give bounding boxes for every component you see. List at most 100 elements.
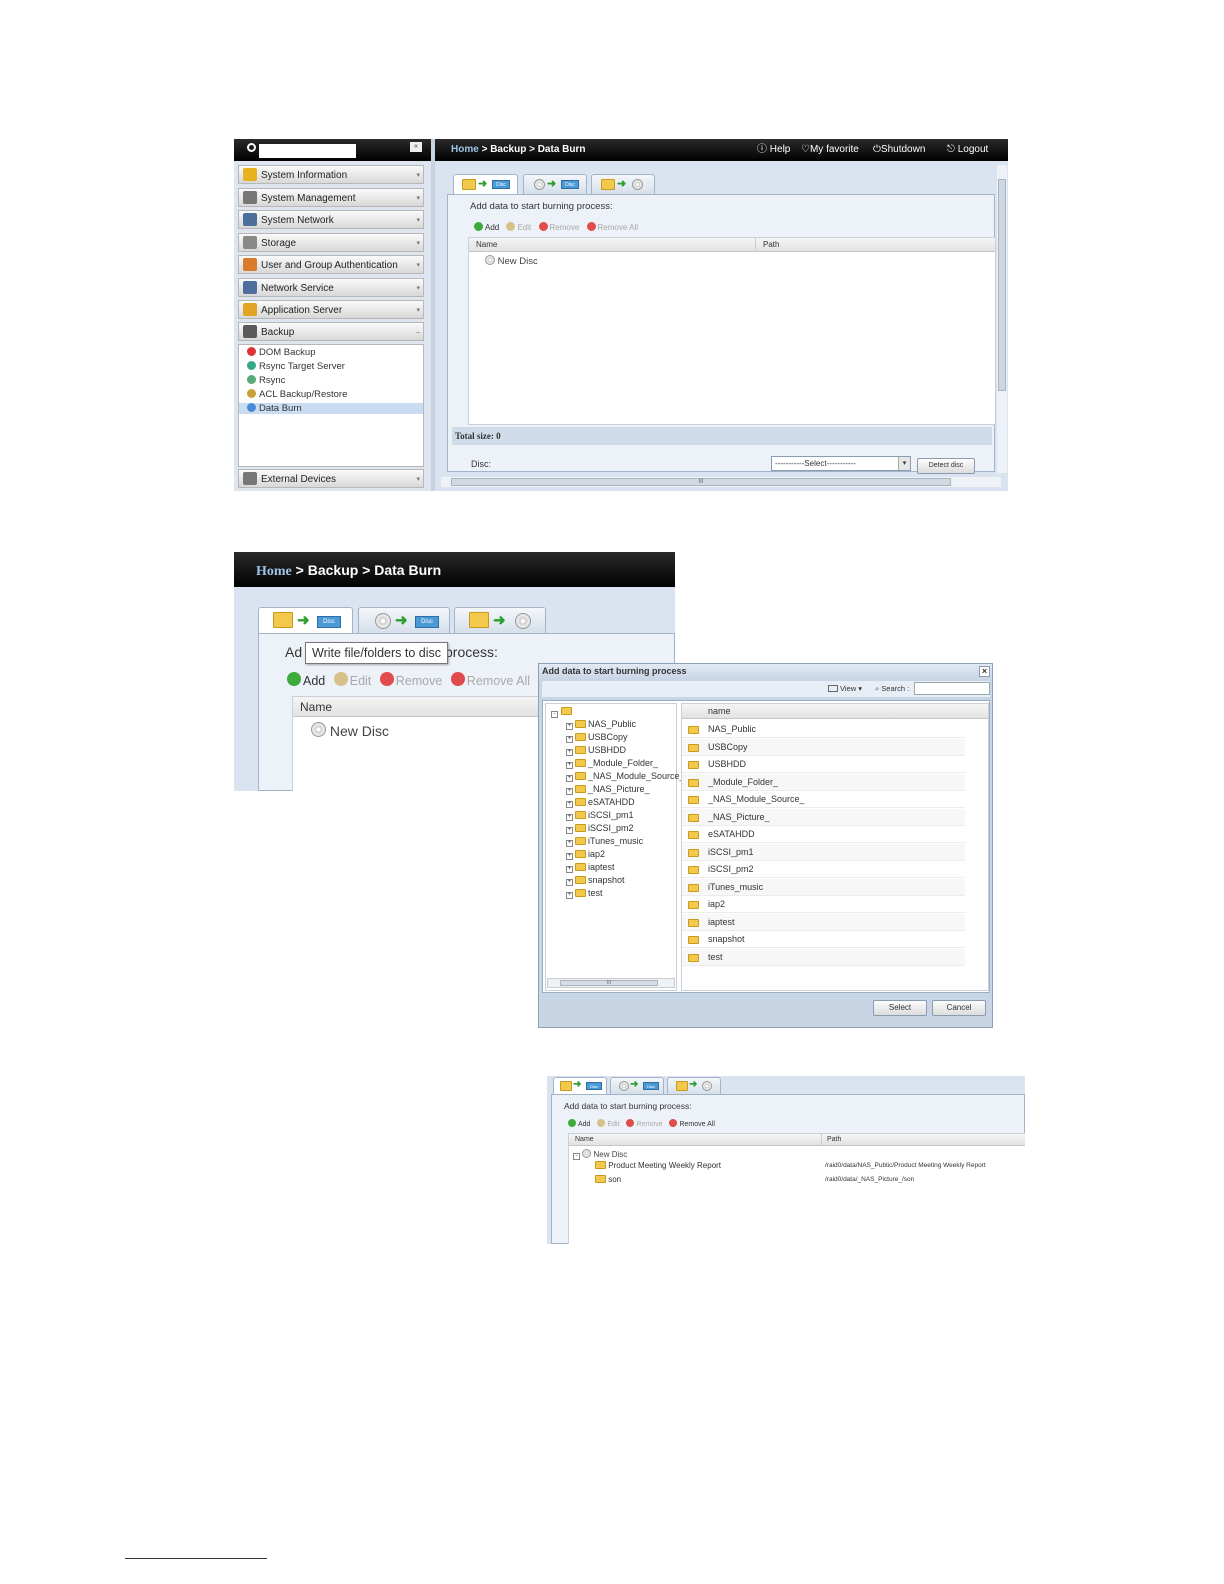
- list-item[interactable]: USBHDD: [682, 756, 965, 773]
- shutdown-link[interactable]: ⏻Shutdown: [873, 139, 925, 161]
- tree-root[interactable]: New Disc: [485, 255, 538, 267]
- add-button[interactable]: Add: [474, 222, 499, 232]
- sidebar-item-external-devices[interactable]: External Devices ▾: [238, 469, 424, 488]
- sidebar-item-system-management[interactable]: System Management ▾: [238, 188, 424, 207]
- tree-node[interactable]: + iSCSI_pm1: [566, 810, 634, 821]
- expand-icon[interactable]: +: [566, 827, 573, 834]
- search-icon[interactable]: [247, 143, 256, 152]
- expand-icon[interactable]: +: [566, 801, 573, 808]
- tab-folder-to-iso[interactable]: ➜: [591, 174, 655, 194]
- tree-node[interactable]: + USBHDD: [566, 745, 626, 756]
- select-button[interactable]: Select: [873, 1000, 927, 1016]
- help-link[interactable]: ⓘ Help: [757, 139, 790, 161]
- sidebar-subitem[interactable]: Rsync Target Server: [247, 361, 345, 372]
- list-item[interactable]: iTunes_music: [682, 878, 965, 896]
- add-button[interactable]: Add: [568, 1119, 590, 1128]
- remove-all-button[interactable]: Remove All: [586, 222, 638, 232]
- sidebar-item-application-server[interactable]: Application Server ▾: [238, 300, 424, 319]
- expand-icon[interactable]: +: [566, 736, 573, 743]
- sidebar-item-system-network[interactable]: System Network ▾: [238, 210, 424, 229]
- col-path[interactable]: Path: [763, 238, 779, 251]
- tree-hscrollbar[interactable]: III: [547, 978, 675, 988]
- expand-icon[interactable]: +: [566, 879, 573, 886]
- logout-link[interactable]: ⎋ Logout: [947, 139, 988, 161]
- tree-root[interactable]: -: [551, 707, 572, 718]
- expand-icon[interactable]: +: [566, 788, 573, 795]
- list-item[interactable]: USBCopy: [682, 738, 965, 756]
- tree-node[interactable]: + iTunes_music: [566, 836, 643, 847]
- sidebar-item-backup[interactable]: Backup –: [238, 322, 424, 341]
- tab-disc-to-disc[interactable]: ➜ Disc: [523, 174, 587, 194]
- col-name[interactable]: Name: [575, 1134, 594, 1146]
- list-item[interactable]: eSATAHDD: [682, 826, 965, 843]
- expand-icon[interactable]: +: [566, 866, 573, 873]
- tab-write-files[interactable]: ➜ Disc: [258, 607, 353, 633]
- list-item[interactable]: iaptest: [682, 913, 965, 931]
- expand-icon[interactable]: +: [566, 749, 573, 756]
- list-item[interactable]: _NAS_Picture_: [682, 808, 965, 826]
- list-item[interactable]: NAS_Public: [682, 721, 965, 738]
- search-input[interactable]: [914, 682, 990, 695]
- cancel-button[interactable]: Cancel: [932, 1000, 986, 1016]
- tree-root[interactable]: - New Disc: [573, 1149, 627, 1160]
- tree-node[interactable]: + _NAS_Module_Source_: [566, 771, 685, 782]
- expand-icon[interactable]: +: [566, 814, 573, 821]
- sidebar-item-storage[interactable]: Storage ▾: [238, 233, 424, 252]
- tab-disc-to-disc[interactable]: ➜ Disc: [610, 1077, 664, 1094]
- col-name[interactable]: Name: [476, 238, 497, 251]
- tab-write-files[interactable]: ➜ Disc: [553, 1077, 607, 1094]
- breadcrumb-home[interactable]: Home: [451, 144, 479, 155]
- remove-button[interactable]: Remove: [626, 1119, 663, 1128]
- collapse-icon[interactable]: «: [410, 142, 422, 152]
- tree-node[interactable]: + _NAS_Picture_: [566, 784, 650, 795]
- sidebar-subitem[interactable]: DOM Backup: [247, 347, 316, 358]
- list-item[interactable]: iap2: [682, 896, 965, 913]
- detect-disc-button[interactable]: Detect disc: [917, 458, 975, 474]
- sidebar-subitem[interactable]: Data Burn: [239, 403, 423, 414]
- expand-icon[interactable]: +: [566, 762, 573, 769]
- sidebar-subitem[interactable]: Rsync: [247, 375, 285, 386]
- horizontal-scrollbar[interactable]: III: [441, 477, 1001, 487]
- list-item[interactable]: snapshot: [682, 931, 965, 948]
- tree-node[interactable]: + iaptest: [566, 862, 615, 873]
- edit-button[interactable]: Edit: [506, 222, 531, 232]
- tree-node[interactable]: + iap2: [566, 849, 605, 860]
- collapse-icon[interactable]: -: [573, 1153, 580, 1160]
- expand-icon[interactable]: +: [566, 853, 573, 860]
- sidebar-item-user-and-group-authentication[interactable]: User and Group Authentication ▾: [238, 255, 424, 274]
- disc-select[interactable]: -----------Select----------- ▾: [771, 456, 911, 471]
- edit-button[interactable]: Edit: [597, 1119, 619, 1128]
- close-icon[interactable]: ×: [979, 666, 990, 677]
- search-input[interactable]: [259, 144, 356, 158]
- tree-node[interactable]: + USBCopy: [566, 732, 628, 743]
- view-button[interactable]: View ▾: [828, 681, 862, 697]
- list-item[interactable]: iSCSI_pm2: [682, 861, 965, 878]
- tree-root[interactable]: New Disc: [311, 722, 389, 739]
- tree-node[interactable]: + _Module_Folder_: [566, 758, 658, 769]
- list-item[interactable]: _NAS_Module_Source_: [682, 791, 965, 808]
- tab-disc-to-disc[interactable]: ➜ Disc: [358, 607, 450, 633]
- list-item[interactable]: test: [682, 948, 965, 966]
- edit-button[interactable]: Edit: [333, 672, 371, 688]
- add-button[interactable]: Add: [287, 672, 325, 688]
- list-item[interactable]: _Module_Folder_: [682, 773, 965, 791]
- tree-node[interactable]: + snapshot: [566, 875, 625, 886]
- remove-all-button[interactable]: Remove All: [450, 672, 530, 688]
- tree-node[interactable]: + eSATAHDD: [566, 797, 635, 808]
- vertical-scrollbar[interactable]: [997, 165, 1007, 473]
- chevron-down-icon[interactable]: ▾: [898, 457, 910, 470]
- sidebar-item-system-information[interactable]: System Information ▾: [238, 165, 424, 184]
- tree-node[interactable]: + NAS_Public: [566, 719, 636, 730]
- tree-node[interactable]: + test: [566, 888, 603, 899]
- tree-node[interactable]: + iSCSI_pm2: [566, 823, 634, 834]
- col-path[interactable]: Path: [827, 1134, 841, 1146]
- expand-icon[interactable]: +: [566, 840, 573, 847]
- col-name[interactable]: Name: [300, 700, 332, 714]
- table-row[interactable]: son /raid0/data/_NAS_Picture_/son: [595, 1175, 1025, 1184]
- collapse-icon[interactable]: -: [551, 711, 558, 718]
- remove-all-button[interactable]: Remove All: [669, 1119, 715, 1128]
- tab-folder-to-iso[interactable]: ➜: [667, 1077, 721, 1094]
- expand-icon[interactable]: +: [566, 723, 573, 730]
- remove-button[interactable]: Remove: [538, 222, 579, 232]
- expand-icon[interactable]: +: [566, 892, 573, 899]
